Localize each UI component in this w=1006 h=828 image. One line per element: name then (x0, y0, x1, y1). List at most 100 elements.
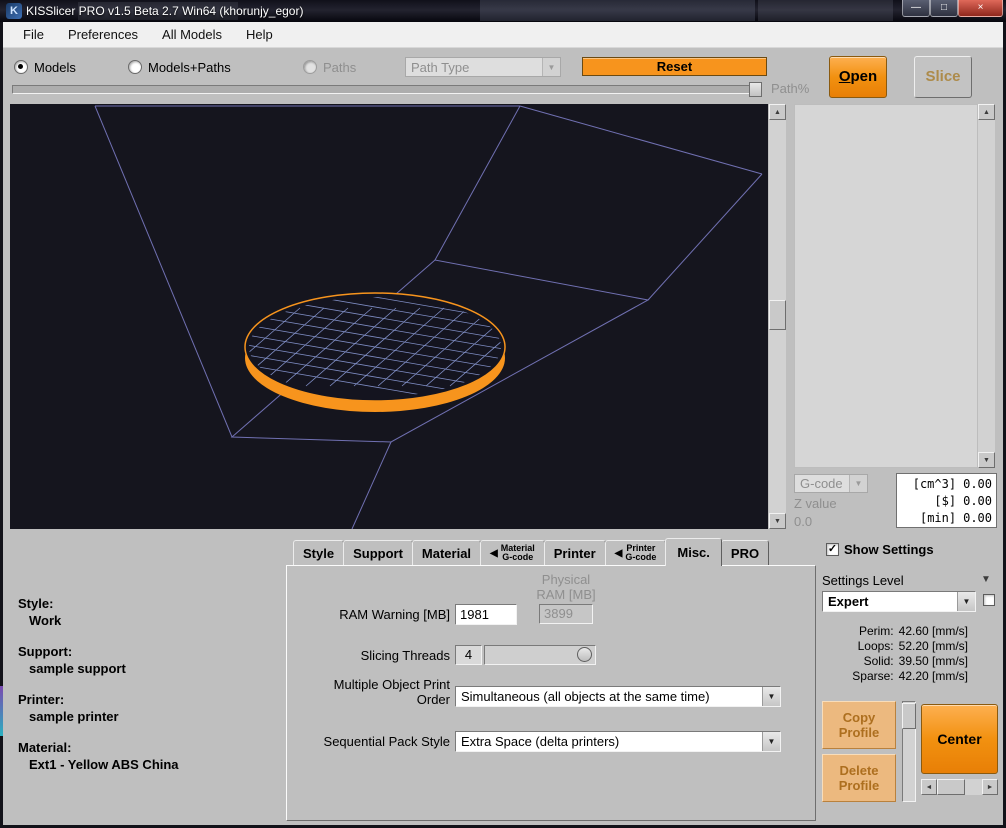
center-scrollbar-thumb[interactable] (937, 779, 965, 795)
tab-label: Material (422, 546, 471, 561)
gcode-dropdown: G-code ▼ (794, 474, 868, 493)
tab-pro[interactable]: PRO (721, 540, 769, 566)
models-paths-radio-group[interactable]: Models+Paths (128, 59, 231, 75)
slice-button: Slice (914, 56, 972, 98)
tab-material[interactable]: Material (412, 540, 481, 566)
background-window-fragment (480, 0, 755, 21)
path-percent-slider-thumb[interactable] (749, 82, 762, 97)
tab-material-gcode[interactable]: ◀ Material G-code (480, 540, 545, 566)
tab-support[interactable]: Support (343, 540, 413, 566)
reset-button[interactable]: Reset (582, 57, 767, 76)
model-list-scrollbar[interactable] (978, 104, 995, 468)
print-order-label: Multiple Object Print Order (330, 677, 450, 707)
close-button[interactable]: × (958, 0, 1003, 17)
speed-name: Loops: (858, 639, 894, 654)
pack-style-dropdown[interactable]: Extra Space (delta printers) ▼ (455, 731, 781, 752)
profile-summary-style: Style: Work (18, 596, 61, 628)
menu-all-models[interactable]: All Models (150, 23, 234, 46)
tab-label: PRO (731, 546, 759, 561)
show-settings-checkbox[interactable]: ✓ (826, 543, 839, 556)
settings-level-label: Settings Level (822, 573, 904, 588)
speed-value: 39.50 [mm/s] (899, 654, 968, 669)
models-radio-group[interactable]: Models (14, 59, 76, 75)
settings-level-dropdown[interactable]: Expert ▼ (822, 591, 976, 612)
path-percent-slider[interactable] (12, 85, 761, 94)
slicing-threads-value: 4 (455, 645, 482, 665)
viewport-3d[interactable] (10, 104, 768, 529)
dropdown-arrow-icon[interactable]: ▼ (762, 687, 780, 706)
tab-label: Style (303, 546, 334, 561)
models-paths-radio[interactable] (128, 60, 142, 74)
print-order-value: Simultaneous (all objects at the same ti… (456, 689, 762, 704)
profile-label: Support: (18, 644, 126, 659)
settings-level-value: Expert (823, 594, 957, 609)
maximize-button[interactable]: □ (930, 0, 958, 17)
physical-ram-label: Physical RAM [MB] (528, 572, 604, 602)
estimate-label: [$] (934, 493, 956, 510)
tab-bar: Style Support Material ◀ Material G-code… (293, 539, 768, 566)
estimate-value: 0.00 (963, 510, 992, 527)
pack-style-label: Sequential Pack Style (310, 734, 450, 749)
ram-warning-input[interactable] (455, 604, 517, 625)
estimate-label: [min] (920, 510, 956, 527)
minimize-icon: — (911, 2, 921, 13)
tab-printer[interactable]: Printer (544, 540, 606, 566)
print-order-dropdown[interactable]: Simultaneous (all objects at the same ti… (455, 686, 781, 707)
copy-profile-button: Copy Profile (822, 701, 896, 749)
models-radio[interactable] (14, 60, 28, 74)
background-window-fragment (758, 0, 893, 21)
pack-style-value: Extra Space (delta printers) (456, 734, 762, 749)
physical-ram-field: 3899 (539, 604, 593, 624)
open-button[interactable]: Open (829, 56, 887, 98)
speed-name: Solid: (864, 654, 894, 669)
scroll-right-icon[interactable]: ► (982, 779, 998, 795)
profile-label: Material: (18, 740, 179, 755)
list-scroll-up-icon[interactable]: ▲ (978, 104, 995, 120)
app-icon: K (6, 3, 22, 19)
viewport-scrollbar-thumb[interactable] (769, 300, 786, 330)
app-window: K KISSlicer PRO v1.5 Beta 2.7 Win64 (kho… (0, 0, 1006, 828)
viewport-scroll-up-icon[interactable]: ▲ (769, 104, 786, 120)
delete-profile-button: Delete Profile (822, 754, 896, 802)
minimize-button[interactable]: — (902, 0, 930, 17)
build-volume-wireframe (10, 104, 768, 529)
speed-summary: Perim: 42.60 [mm/s] Loops: 52.20 [mm/s] … (820, 624, 968, 684)
scroll-left-icon[interactable]: ◄ (921, 779, 937, 795)
app-icon-glyph: K (10, 5, 18, 17)
estimate-value: 0.00 (963, 493, 992, 510)
tab-printer-gcode[interactable]: ◀ Printer G-code (605, 540, 667, 566)
model-list[interactable] (794, 104, 978, 468)
dropdown-arrow-icon[interactable]: ▼ (762, 732, 780, 751)
tab-label: Support (353, 546, 403, 561)
profile-label: Style: (18, 596, 61, 611)
title-bar[interactable]: K KISSlicer PRO v1.5 Beta 2.7 Win64 (kho… (0, 0, 1006, 22)
profile-scrollbar-thumb[interactable] (902, 703, 916, 729)
tab-label: Misc. (677, 545, 710, 560)
paths-radio-group: Paths (303, 59, 356, 75)
profile-value: Work (18, 613, 61, 628)
speed-name: Perim: (859, 624, 894, 639)
tab-style[interactable]: Style (293, 540, 344, 566)
menu-file[interactable]: File (11, 23, 56, 46)
estimate-label: [cm^3] (913, 476, 956, 493)
menu-preferences[interactable]: Preferences (56, 23, 150, 46)
viewport-scroll-down-icon[interactable]: ▼ (769, 513, 786, 529)
profile-value: Ext1 - Yellow ABS China (18, 757, 179, 772)
slicing-threads-slider-thumb[interactable] (577, 647, 592, 662)
dropdown-arrow-icon[interactable]: ▼ (957, 592, 975, 611)
desktop-fragment (0, 686, 3, 736)
profile-summary-support: Support: sample support (18, 644, 126, 676)
tab-label-line2: G-code (501, 553, 535, 563)
z-value-label: Z value (794, 496, 837, 511)
collapse-arrow-icon[interactable]: ▼ (981, 574, 991, 585)
speed-name: Sparse: (852, 669, 893, 684)
tab-misc[interactable]: Misc. (665, 538, 722, 566)
settings-level-checkbox[interactable] (983, 594, 995, 606)
center-button[interactable]: Center (921, 704, 998, 774)
speed-value: 52.20 [mm/s] (899, 639, 968, 654)
list-scroll-down-icon[interactable]: ▼ (978, 452, 995, 468)
paths-radio-label: Paths (323, 60, 356, 75)
menu-help[interactable]: Help (234, 23, 285, 46)
gcode-dropdown-value: G-code (795, 476, 849, 491)
tab-arrow-icon: ◀ (490, 548, 498, 559)
